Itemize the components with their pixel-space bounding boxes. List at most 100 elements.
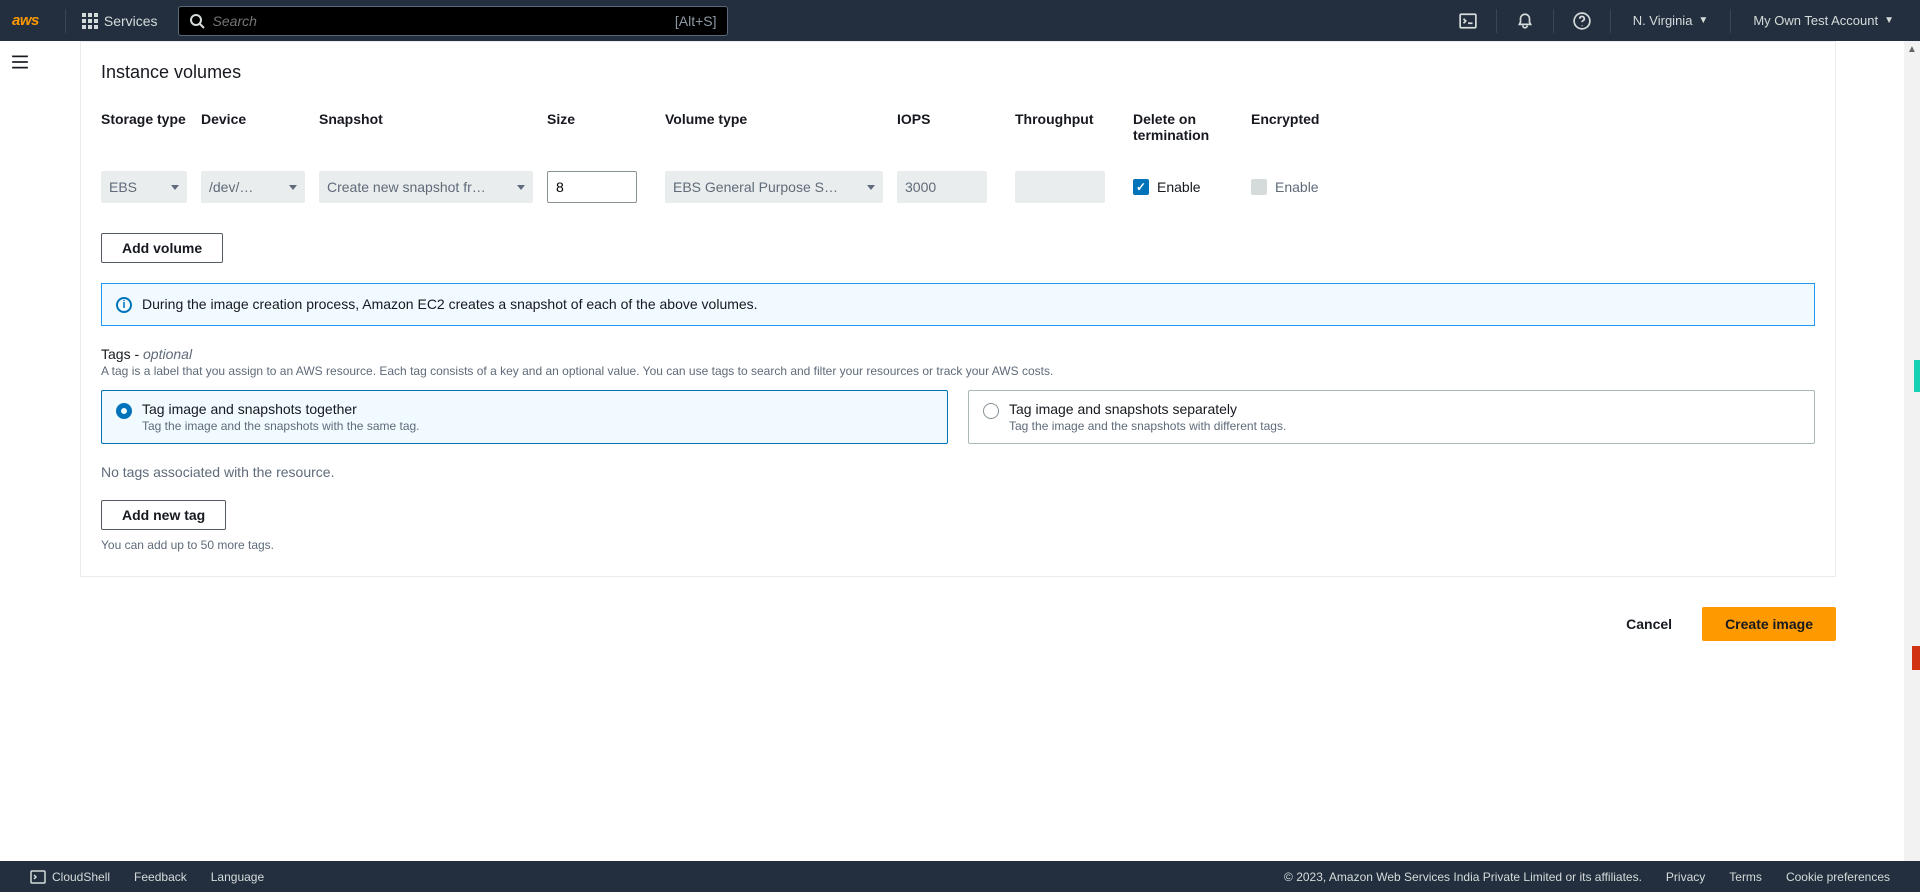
volumes-card: Instance volumes Storage type Device Sna… (80, 41, 1836, 577)
tag-separate-option[interactable]: Tag image and snapshots separately Tag t… (968, 390, 1815, 444)
divider (1496, 9, 1497, 33)
region-label: N. Virginia (1633, 13, 1693, 28)
search-wrapper[interactable]: [Alt+S] (178, 6, 728, 36)
add-tag-button[interactable]: Add new tag (101, 500, 226, 530)
th-storage-type: Storage type (101, 111, 201, 143)
search-shortcut: [Alt+S] (675, 13, 717, 29)
checkbox-icon (1251, 179, 1267, 195)
error-tab[interactable] (1912, 646, 1920, 670)
sidebar (0, 41, 40, 861)
scroll-up-icon[interactable]: ▲ (1904, 41, 1920, 57)
option-subtitle: Tag the image and the snapshots with the… (142, 419, 420, 433)
section-title: Instance volumes (101, 62, 1815, 83)
search-icon (189, 13, 205, 29)
divider (1730, 9, 1731, 33)
chevron-down-icon (517, 185, 525, 190)
chevron-down-icon (171, 185, 179, 190)
no-tags-message: No tags associated with the resource. (101, 464, 1815, 480)
encrypted-label: Enable (1275, 179, 1319, 195)
services-label: Services (104, 13, 158, 29)
footer-language[interactable]: Language (199, 870, 276, 884)
option-subtitle: Tag the image and the snapshots with dif… (1009, 419, 1286, 433)
create-image-button[interactable]: Create image (1702, 607, 1836, 641)
feedback-tab[interactable] (1914, 360, 1920, 392)
th-size: Size (547, 111, 665, 143)
body: Instance volumes Storage type Device Sna… (0, 41, 1920, 861)
volume-table: Storage type Device Snapshot Size Volume… (101, 111, 1815, 203)
sidebar-toggle[interactable] (11, 53, 29, 74)
storage-type-select: EBS (101, 171, 187, 203)
radio-icon (116, 403, 132, 419)
tags-heading: Tags - optional (101, 346, 1815, 362)
delete-label: Enable (1157, 179, 1201, 195)
notifications-icon[interactable] (1505, 0, 1545, 41)
cloudshell-label: CloudShell (52, 870, 110, 884)
footer-terms[interactable]: Terms (1717, 870, 1774, 884)
tags-optional: optional (143, 346, 192, 362)
option-title: Tag image and snapshots separately (1009, 401, 1286, 417)
footer-privacy[interactable]: Privacy (1654, 870, 1717, 884)
account-selector[interactable]: My Own Test Account ▼ (1739, 13, 1908, 28)
snapshot-select: Create new snapshot fr… (319, 171, 533, 203)
volume-type-value: EBS General Purpose S… (673, 179, 861, 195)
aws-logo[interactable]: aws (12, 12, 39, 29)
iops-value: 3000 (905, 179, 936, 195)
volume-type-select: EBS General Purpose S… (665, 171, 883, 203)
storage-type-value: EBS (109, 179, 165, 195)
grid-icon (82, 13, 98, 29)
snapshot-value: Create new snapshot fr… (327, 179, 511, 195)
size-input[interactable] (547, 171, 637, 203)
divider (1553, 9, 1554, 33)
th-encrypted: Encrypted (1251, 111, 1331, 143)
tag-limit: You can add up to 50 more tags. (101, 538, 1815, 552)
services-button[interactable]: Services (74, 13, 166, 29)
region-selector[interactable]: N. Virginia ▼ (1619, 13, 1723, 28)
th-volume-type: Volume type (665, 111, 897, 143)
footer-copyright: © 2023, Amazon Web Services India Privat… (1272, 870, 1654, 884)
help-icon[interactable] (1562, 0, 1602, 41)
banner-text: During the image creation process, Amazo… (142, 296, 758, 313)
topnav: aws Services [Alt+S] N. Virginia ▼ My Ow… (0, 0, 1920, 41)
checkbox-icon (1133, 179, 1149, 195)
topnav-right: N. Virginia ▼ My Own Test Account ▼ (1448, 0, 1908, 41)
throughput-display (1015, 171, 1105, 203)
info-banner: i During the image creation process, Ama… (101, 283, 1815, 326)
option-title: Tag image and snapshots together (142, 401, 420, 417)
table-header: Storage type Device Snapshot Size Volume… (101, 111, 1815, 143)
cloudshell-icon[interactable] (1448, 0, 1488, 41)
delete-on-termination-checkbox[interactable]: Enable (1133, 179, 1251, 195)
action-row: Cancel Create image (80, 597, 1836, 667)
content: Instance volumes Storage type Device Sna… (40, 41, 1920, 861)
encrypted-checkbox: Enable (1251, 179, 1331, 195)
tag-option-group: Tag image and snapshots together Tag the… (101, 390, 1815, 444)
radio-icon (983, 403, 999, 419)
footer: CloudShell Feedback Language © 2023, Ama… (0, 861, 1920, 892)
tag-together-option[interactable]: Tag image and snapshots together Tag the… (101, 390, 948, 444)
account-label: My Own Test Account (1753, 13, 1878, 28)
footer-feedback[interactable]: Feedback (122, 870, 199, 884)
divider (1610, 9, 1611, 33)
th-delete: Delete on termination (1133, 111, 1251, 143)
chevron-down-icon (867, 185, 875, 190)
search-input[interactable] (213, 13, 675, 29)
caret-down-icon: ▼ (1698, 15, 1708, 26)
table-row: EBS /dev/… Create new snapshot fr… EBS G… (101, 171, 1815, 203)
th-device: Device (201, 111, 319, 143)
chevron-down-icon (289, 185, 297, 190)
footer-cloudshell[interactable]: CloudShell (18, 869, 122, 885)
tags-heading-text: Tags - (101, 346, 143, 362)
device-value: /dev/… (209, 179, 283, 195)
scrollbar[interactable]: ▲ (1904, 41, 1920, 861)
iops-display: 3000 (897, 171, 987, 203)
th-snapshot: Snapshot (319, 111, 547, 143)
info-icon: i (116, 297, 132, 313)
tags-description: A tag is a label that you assign to an A… (101, 364, 1815, 378)
divider (65, 9, 66, 33)
add-volume-button[interactable]: Add volume (101, 233, 223, 263)
cancel-button[interactable]: Cancel (1608, 607, 1690, 641)
device-select: /dev/… (201, 171, 305, 203)
th-throughput: Throughput (1015, 111, 1133, 143)
footer-cookies[interactable]: Cookie preferences (1774, 870, 1902, 884)
th-iops: IOPS (897, 111, 1015, 143)
caret-down-icon: ▼ (1884, 15, 1894, 26)
